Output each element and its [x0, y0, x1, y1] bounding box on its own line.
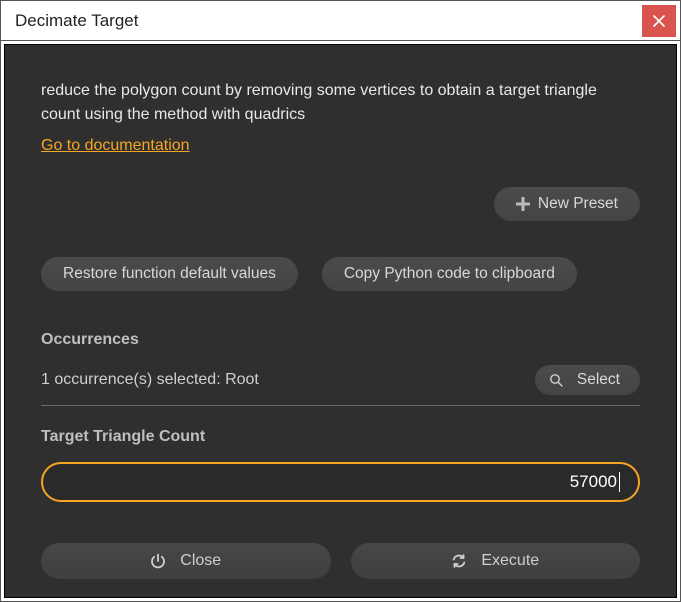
action-row: Restore function default values Copy Pyt…: [41, 257, 640, 291]
close-label: Close: [180, 552, 221, 570]
occurrences-heading: Occurrences: [41, 331, 640, 349]
preset-row: New Preset: [41, 187, 640, 221]
close-button[interactable]: Close: [41, 543, 331, 579]
close-icon: [653, 15, 665, 27]
new-preset-button[interactable]: New Preset: [494, 187, 640, 221]
copy-python-button[interactable]: Copy Python code to clipboard: [322, 257, 577, 291]
execute-label: Execute: [481, 552, 539, 570]
restore-defaults-label: Restore function default values: [63, 265, 276, 283]
occurrences-status: 1 occurrence(s) selected: Root: [41, 371, 259, 389]
select-label: Select: [577, 371, 620, 389]
target-count-field-wrap[interactable]: [41, 462, 640, 502]
dialog-window: Decimate Target reduce the polygon count…: [0, 0, 681, 602]
target-count-heading: Target Triangle Count: [41, 428, 640, 446]
documentation-link[interactable]: Go to documentation: [41, 137, 640, 155]
select-occurrences-button[interactable]: Select: [535, 365, 640, 395]
plus-icon: [516, 197, 530, 211]
dialog-body: reduce the polygon count by removing som…: [4, 44, 677, 598]
execute-button[interactable]: Execute: [351, 543, 641, 579]
text-caret: [619, 472, 620, 492]
copy-python-label: Copy Python code to clipboard: [344, 265, 555, 283]
target-count-input[interactable]: [61, 472, 617, 492]
power-icon: [150, 553, 166, 569]
restore-defaults-button[interactable]: Restore function default values: [41, 257, 298, 291]
titlebar: Decimate Target: [1, 1, 680, 41]
footer-row: Close Execute: [41, 543, 640, 579]
search-icon: [549, 373, 563, 387]
refresh-icon: [451, 553, 467, 569]
window-title: Decimate Target: [15, 11, 138, 31]
new-preset-label: New Preset: [538, 195, 618, 213]
occurrences-row: 1 occurrence(s) selected: Root Select: [41, 365, 640, 406]
description-text: reduce the polygon count by removing som…: [41, 79, 640, 127]
close-window-button[interactable]: [642, 5, 676, 37]
